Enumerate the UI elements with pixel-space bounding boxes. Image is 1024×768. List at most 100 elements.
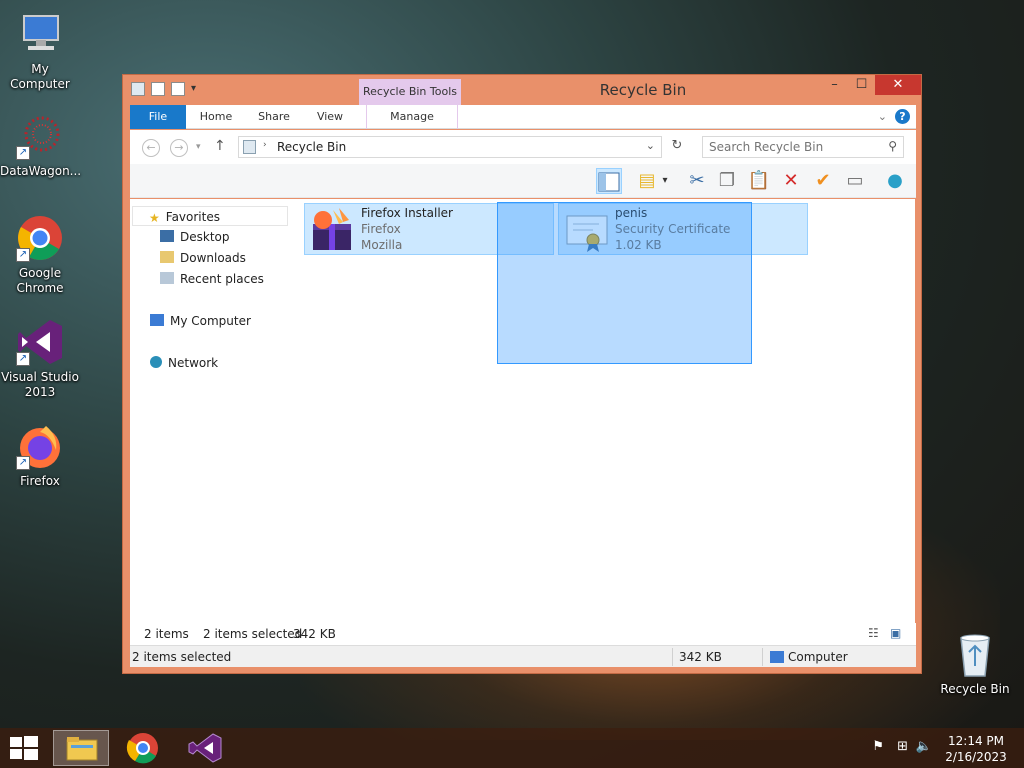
address-row: ← → ▾ ↑ › Recycle Bin ⌄ ↻ ⚲ bbox=[130, 130, 916, 164]
taskbar-visual-studio[interactable] bbox=[177, 730, 233, 766]
datawagon-icon: ↗ bbox=[16, 112, 64, 160]
volume-icon[interactable]: 🔈 bbox=[916, 739, 932, 754]
item-detail: Mozilla bbox=[361, 238, 403, 252]
taskbar-file-explorer[interactable] bbox=[53, 730, 109, 766]
preview-pane-icon[interactable] bbox=[596, 168, 622, 194]
item-name: Firefox Installer bbox=[361, 206, 453, 220]
chevron-down-icon[interactable]: ⌄ bbox=[878, 110, 887, 123]
details-status: 2 items 2 items selected 342 KB ☷ ▣ bbox=[130, 623, 916, 645]
tab-file[interactable]: File bbox=[130, 105, 186, 129]
file-explorer-icon bbox=[66, 737, 98, 761]
refresh-icon[interactable]: ↻ bbox=[668, 138, 686, 156]
taskbar: ⚑ ⊞ 🔈 12:14 PM 2/16/2023 bbox=[0, 728, 1024, 768]
visual-studio-icon bbox=[188, 733, 222, 763]
network-icon[interactable]: ⊞ bbox=[897, 739, 908, 754]
status-divider bbox=[672, 648, 673, 666]
selected-count: 2 items selected bbox=[203, 627, 303, 641]
command-toolbar: ▤ ▾ ✂ ❐ 📋 ✕ ✔ ▭ ● bbox=[130, 164, 916, 198]
title-bar[interactable]: ▾ Recycle Bin Tools Recycle Bin – ☐ ✕ bbox=[123, 75, 921, 105]
close-button[interactable]: ✕ bbox=[875, 75, 921, 95]
properties-icon[interactable] bbox=[151, 82, 165, 96]
computer-icon bbox=[770, 651, 784, 663]
network-icon bbox=[150, 356, 162, 368]
search-input[interactable] bbox=[709, 137, 879, 157]
large-icons-view-icon[interactable]: ▣ bbox=[890, 626, 901, 640]
recycle-bin-small-icon bbox=[243, 140, 256, 154]
paste-icon[interactable]: 📋 bbox=[746, 168, 772, 194]
tab-share[interactable]: Share bbox=[246, 105, 302, 129]
chevron-down-icon[interactable]: ▾ bbox=[191, 82, 205, 96]
recycle-bin-small-icon bbox=[131, 82, 145, 96]
start-button[interactable] bbox=[10, 736, 38, 763]
firefox-installer-icon bbox=[309, 206, 355, 252]
help-icon[interactable]: ? bbox=[895, 109, 910, 124]
taskbar-chrome[interactable] bbox=[115, 730, 171, 766]
desktop-icon-google-chrome[interactable]: ↗ Google Chrome bbox=[0, 214, 80, 296]
selection-marquee bbox=[497, 202, 752, 364]
folder-options-icon[interactable]: ▤ bbox=[634, 168, 660, 194]
cut-icon[interactable]: ✂ bbox=[684, 168, 710, 194]
forward-button[interactable]: → bbox=[170, 139, 188, 157]
ribbon-extras: ⌄ ? bbox=[878, 109, 910, 124]
search-box[interactable]: ⚲ bbox=[702, 136, 904, 158]
clock-time: 12:14 PM bbox=[948, 734, 1004, 748]
nav-favorites[interactable]: ★ Favorites bbox=[132, 206, 288, 226]
tab-manage[interactable]: Manage bbox=[366, 105, 458, 129]
maximize-button[interactable]: ☐ bbox=[848, 75, 875, 95]
computer-icon bbox=[16, 10, 64, 58]
shortcut-arrow-icon: ↗ bbox=[16, 248, 30, 262]
address-path: Recycle Bin bbox=[277, 140, 347, 154]
desktop-icon-recycle-bin[interactable]: Recycle Bin bbox=[935, 630, 1015, 697]
desktop-icon-firefox[interactable]: ↗ Firefox bbox=[0, 422, 80, 489]
desktop-icon-label: Recycle Bin bbox=[940, 682, 1010, 696]
details-view-icon[interactable]: ☷ bbox=[868, 626, 879, 640]
navigation-pane: ★ Favorites Desktop Downloads Recent plac… bbox=[130, 199, 290, 639]
window-title: Recycle Bin bbox=[599, 81, 687, 99]
status-location: Computer bbox=[788, 650, 848, 664]
chevron-down-icon[interactable]: ⌄ bbox=[646, 139, 655, 152]
desktop-icon-datawagon[interactable]: ↗ DataWagon... bbox=[0, 112, 81, 179]
desktop-icon-label: Google Chrome bbox=[16, 266, 64, 295]
nav-network[interactable]: Network bbox=[150, 353, 306, 373]
delete-icon[interactable]: ✕ bbox=[778, 168, 804, 194]
copy-icon[interactable]: ❐ bbox=[714, 168, 740, 194]
status-divider bbox=[762, 648, 763, 666]
chevron-down-icon[interactable]: ▾ bbox=[658, 168, 672, 194]
properties-icon[interactable]: ▭ bbox=[842, 168, 868, 194]
shortcut-arrow-icon: ↗ bbox=[16, 352, 30, 366]
nav-my-computer[interactable]: My Computer bbox=[150, 311, 306, 331]
breadcrumb-arrow-icon[interactable]: › bbox=[263, 140, 267, 150]
clock[interactable]: 12:14 PM 2/16/2023 bbox=[944, 733, 1008, 765]
item-type: Firefox bbox=[361, 222, 401, 236]
restore-icon[interactable]: ✔ bbox=[810, 168, 836, 194]
tab-home[interactable]: Home bbox=[188, 105, 244, 129]
address-bar[interactable]: › Recycle Bin ⌄ bbox=[238, 136, 662, 158]
star-icon: ★ bbox=[149, 211, 160, 225]
selected-size: 342 KB bbox=[293, 627, 336, 641]
desktop-icon-label: My Computer bbox=[10, 62, 70, 91]
recent-locations-icon[interactable]: ▾ bbox=[196, 142, 201, 152]
quick-access-toolbar: ▾ bbox=[131, 82, 205, 96]
new-folder-icon[interactable] bbox=[171, 82, 185, 96]
computer-icon bbox=[150, 314, 164, 326]
minimize-button[interactable]: – bbox=[821, 75, 848, 95]
desktop-icon-label: Visual Studio 2013 bbox=[1, 370, 79, 399]
recycle-bin-icon bbox=[951, 630, 999, 678]
desktop-icon-my-computer[interactable]: My Computer bbox=[0, 10, 80, 92]
action-center-flag-icon[interactable]: ⚑ bbox=[872, 739, 884, 754]
file-list[interactable]: Firefox Installer Firefox Mozilla penis … bbox=[290, 199, 915, 639]
status-size: 342 KB bbox=[679, 650, 722, 664]
up-arrow-icon[interactable]: ↑ bbox=[214, 138, 226, 154]
search-icon[interactable]: ⚲ bbox=[888, 139, 897, 153]
shortcut-arrow-icon: ↗ bbox=[16, 146, 30, 160]
back-button[interactable]: ← bbox=[142, 139, 160, 157]
chrome-icon bbox=[126, 733, 158, 764]
recycle-bin-window[interactable]: ▾ Recycle Bin Tools Recycle Bin – ☐ ✕ Fi… bbox=[122, 74, 922, 674]
tab-view[interactable]: View bbox=[302, 105, 358, 129]
visual-studio-icon: ↗ bbox=[16, 318, 64, 366]
firefox-icon: ↗ bbox=[16, 422, 64, 470]
item-count: 2 items bbox=[144, 627, 189, 641]
globe-icon[interactable]: ● bbox=[882, 168, 908, 194]
contextual-tab-header: Recycle Bin Tools bbox=[359, 79, 461, 105]
desktop-icon-visual-studio[interactable]: ↗ Visual Studio 2013 bbox=[0, 318, 80, 400]
